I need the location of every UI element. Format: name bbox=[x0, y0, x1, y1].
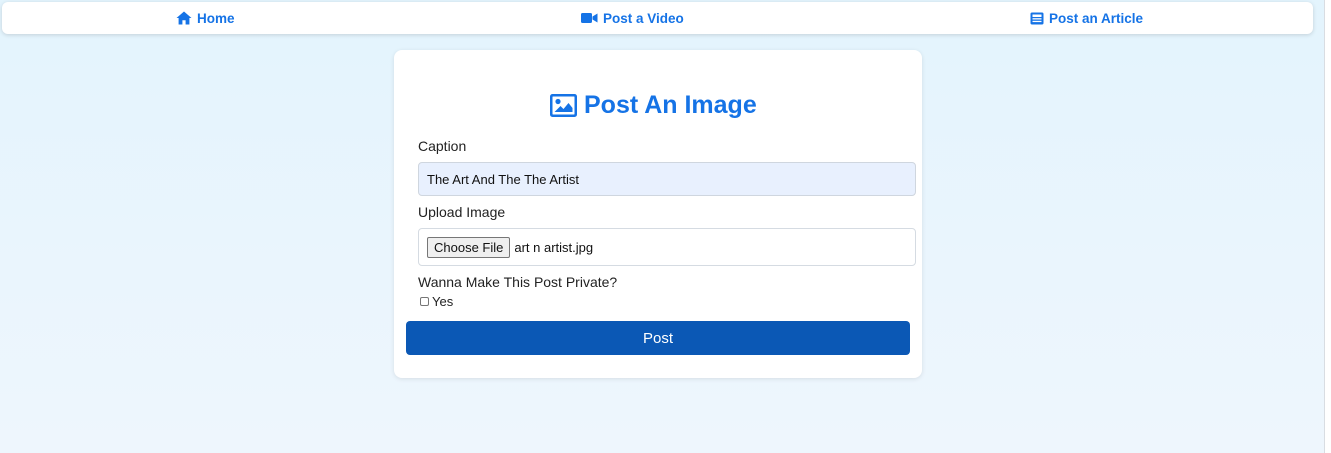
nav-post-video-link[interactable]: Post a Video bbox=[581, 2, 684, 34]
post-image-card: Post An Image Caption Upload Image Choos… bbox=[394, 50, 922, 378]
top-navbar: Home Post a Video Post an Article bbox=[2, 2, 1313, 34]
window-right-edge bbox=[1324, 0, 1331, 453]
upload-image-label: Upload Image bbox=[418, 204, 506, 220]
page-title-text: Post An Image bbox=[584, 91, 757, 119]
caption-input[interactable] bbox=[418, 162, 916, 196]
file-upload-field: Choose File art n artist.jpg bbox=[418, 228, 916, 266]
nav-home-label: Home bbox=[197, 10, 235, 26]
selected-file-name: art n artist.jpg bbox=[514, 239, 594, 255]
choose-file-button[interactable]: Choose File bbox=[427, 236, 511, 258]
image-icon bbox=[550, 94, 577, 117]
home-icon bbox=[176, 11, 192, 25]
nav-video-label: Post a Video bbox=[603, 10, 684, 26]
page-title: Post An Image bbox=[550, 91, 757, 120]
caption-label: Caption bbox=[418, 138, 467, 154]
nav-article-label: Post an Article bbox=[1049, 10, 1144, 26]
private-option-label: Yes bbox=[432, 294, 454, 309]
video-camera-icon bbox=[581, 12, 598, 24]
newspaper-icon bbox=[1030, 12, 1044, 25]
private-option-row: Yes bbox=[420, 294, 453, 309]
private-post-label: Wanna Make This Post Private? bbox=[418, 274, 618, 290]
private-checkbox[interactable] bbox=[420, 297, 429, 306]
nav-post-article-link[interactable]: Post an Article bbox=[1030, 2, 1143, 34]
nav-home-link[interactable]: Home bbox=[176, 2, 235, 34]
post-button[interactable]: Post bbox=[406, 321, 910, 355]
